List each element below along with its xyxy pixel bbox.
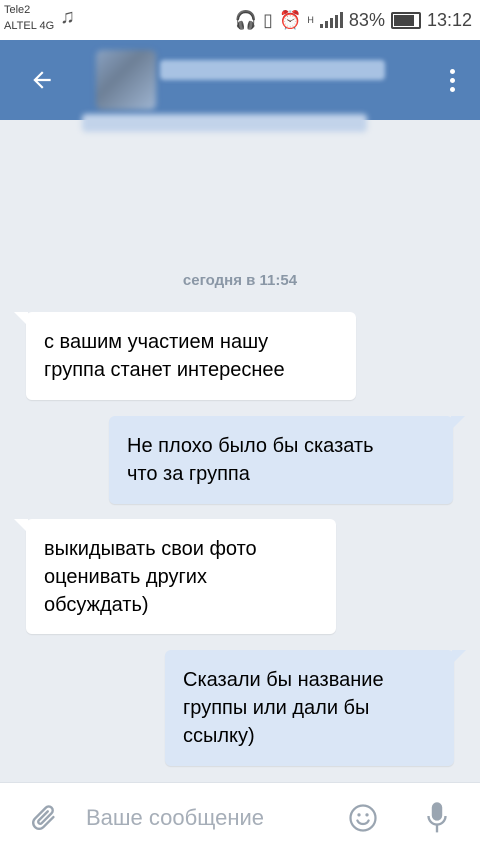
- attach-button[interactable]: [28, 801, 60, 835]
- message-composer: Ваше сообщение: [0, 782, 480, 854]
- status-bar: Tele2 ALTEL 4G ♫ 🎧 ▯ ⏰ H 83% 13:12: [0, 0, 480, 40]
- incoming-message[interactable]: выкидывать свои фото оценивать других об…: [14, 519, 336, 634]
- message-text-line: ссылку): [183, 725, 255, 747]
- status-icons: 🎧 ▯ ⏰ H 83% 13:12: [235, 6, 472, 34]
- message-text-line: Не плохо было бы сказать: [127, 435, 374, 457]
- smile-icon: [349, 804, 377, 832]
- outgoing-message[interactable]: Не плохо было бы сказать что за группа: [109, 416, 465, 504]
- vibrate-icon: ▯: [263, 9, 273, 30]
- message-text-line: группы или дали бы: [183, 697, 370, 719]
- microphone-icon: [427, 802, 447, 833]
- voice-message-button[interactable]: [426, 801, 448, 835]
- message-text-line: с вашим участием нашу: [44, 331, 269, 353]
- message-text-line: обсуждать): [44, 594, 149, 616]
- clock: 13:12: [426, 9, 472, 30]
- battery-icon: [390, 11, 421, 29]
- date-separator: сегодня в 11:54: [182, 272, 298, 289]
- message-text-line: выкидывать свои фото: [44, 538, 257, 560]
- emoji-button[interactable]: [348, 803, 378, 833]
- headphones-icon: 🎧: [234, 9, 258, 30]
- carrier-name-1: Tele2: [4, 4, 31, 16]
- contact-status-redacted: [82, 114, 367, 132]
- contact-name-redacted[interactable]: [160, 60, 385, 80]
- more-vertical-icon: [449, 68, 455, 74]
- signal-icon: [319, 12, 343, 28]
- more-options-button[interactable]: [442, 62, 462, 98]
- message-text-line: группа станет интереснее: [44, 359, 285, 381]
- back-button[interactable]: [24, 62, 60, 98]
- carrier-info: Tele2 ALTEL 4G: [4, 2, 54, 34]
- outgoing-message[interactable]: Сказали бы название группы или дали бы с…: [165, 650, 466, 766]
- message-text-line: что за группа: [127, 463, 250, 485]
- alarm-icon: ⏰: [279, 9, 302, 30]
- chat-header: [0, 40, 480, 132]
- paperclip-icon: [32, 805, 55, 830]
- message-input[interactable]: Ваше сообщение: [86, 801, 336, 835]
- message-text-line: Сказали бы название: [183, 669, 384, 691]
- network-type: H: [307, 15, 314, 25]
- avatar[interactable]: [96, 50, 156, 110]
- carrier-name-2: ALTEL 4G: [4, 20, 55, 32]
- arrow-left-icon: [33, 71, 51, 89]
- message-text-line: оценивать других: [44, 566, 207, 588]
- music-note-icon: ♫: [60, 6, 75, 28]
- battery-percent: 83%: [348, 9, 385, 30]
- incoming-message[interactable]: с вашим участием нашу группа станет инте…: [14, 312, 356, 400]
